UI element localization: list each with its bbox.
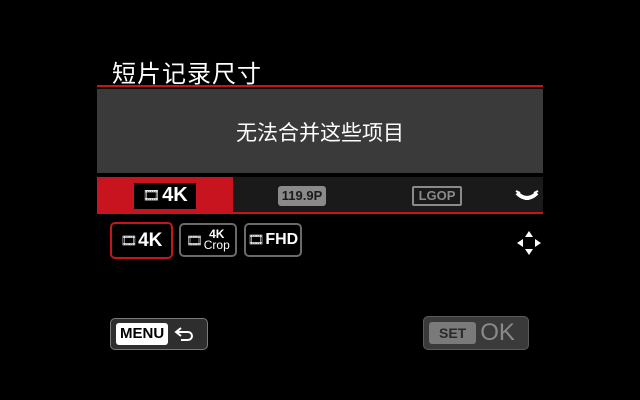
option-4k[interactable]: 🎞︎ 4K (110, 222, 173, 259)
film-icon: 🎞︎ (142, 187, 161, 203)
set-button-label: SET (429, 322, 477, 344)
menu-back-button[interactable]: MENU (110, 318, 208, 350)
page-title: 短片记录尺寸 (112, 60, 262, 88)
movie-rec-size-screen: 短片记录尺寸 无法合并这些项目 🎞︎ 4K 119.9P LGOP 🎞︎ 4K … (0, 0, 640, 400)
tab-bar: 🎞︎ 4K 119.9P LGOP (97, 177, 543, 214)
option-fhd[interactable]: 🎞︎ FHD (244, 223, 302, 257)
message-panel: 无法合并这些项目 (97, 89, 543, 173)
tab-compression-label: LGOP (411, 185, 463, 206)
main-dial-icon (515, 190, 539, 200)
option-crop-text: 4K Crop (203, 228, 230, 252)
message-text: 无法合并这些项目 (236, 121, 404, 145)
title-divider (97, 85, 543, 87)
ok-button-label: OK (480, 319, 515, 346)
tab-frame-rate[interactable]: 119.9P (267, 177, 337, 214)
option-crop-bottom-label: Crop (203, 238, 230, 252)
cross-keys-icon (517, 231, 541, 255)
film-icon: 🎞︎ (186, 232, 203, 248)
tab-frame-rate-label: 119.9P (277, 185, 327, 206)
tab-divider (97, 212, 543, 214)
menu-button-label: MENU (116, 323, 169, 345)
option-fhd-label: FHD (265, 231, 299, 248)
option-4k-crop[interactable]: 🎞︎ 4K Crop (179, 223, 237, 257)
tab-compression[interactable]: LGOP (402, 177, 472, 214)
set-ok-button[interactable]: SET OK (423, 316, 529, 350)
film-icon: 🎞︎ (247, 232, 265, 247)
tab-4k-label: 4K (162, 184, 188, 206)
option-4k-label: 4K (138, 229, 163, 251)
tab-4k-badge: 🎞︎ 4K (134, 182, 196, 209)
film-icon: 🎞︎ (120, 232, 138, 248)
tab-4k[interactable]: 🎞︎ 4K (97, 177, 233, 214)
return-arrow-icon (174, 327, 194, 341)
